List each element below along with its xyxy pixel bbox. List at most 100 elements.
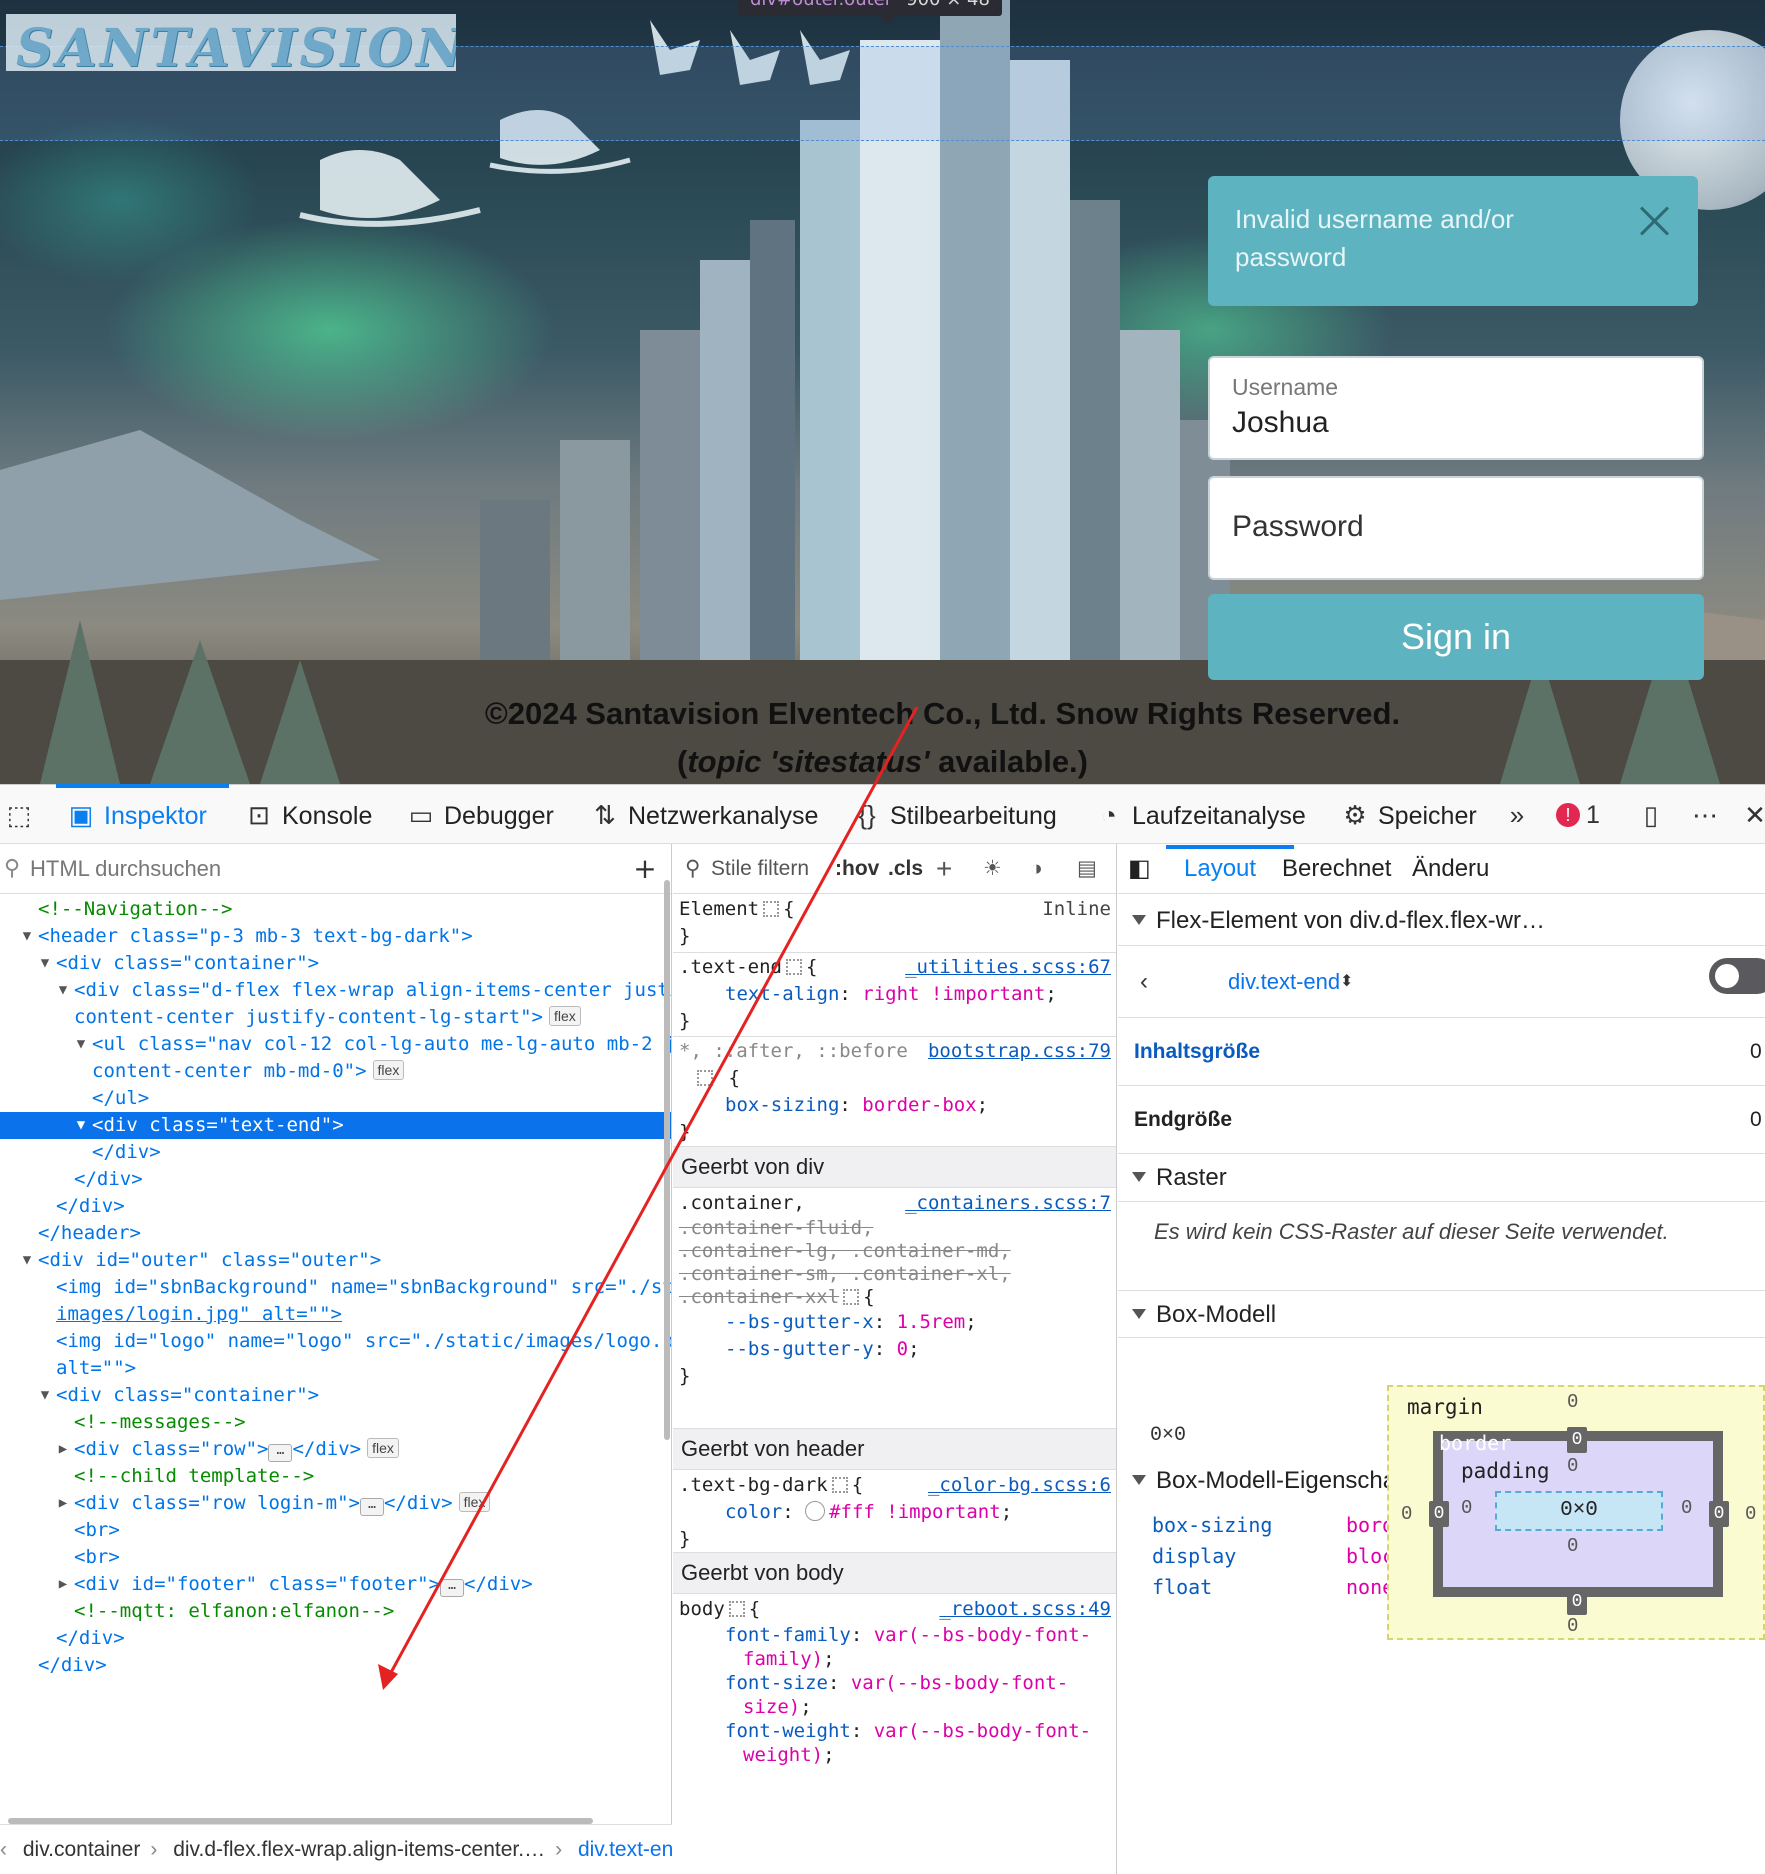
border-left-value[interactable]: 0 [1429,1501,1449,1527]
options-menu-icon[interactable]: ⋯ [1690,785,1728,845]
light-scheme-icon[interactable]: ☀ [983,844,1002,894]
rule-source-link[interactable]: _color-bg.scss:6 [928,1472,1111,1499]
sign-in-button[interactable]: Sign in [1208,594,1704,680]
content-box[interactable]: 0×0 [1495,1491,1663,1531]
tree-line[interactable]: <img id="sbnBackground" name="sbnBackgro… [0,1274,671,1301]
tree-line[interactable]: alt=""> [0,1355,671,1382]
responsive-mode-icon[interactable]: ▯ [1636,785,1674,845]
flex-badge[interactable]: flex [367,1438,399,1458]
dark-scheme-icon[interactable]: ◑ [1030,844,1043,894]
margin-left-value[interactable]: 0 [1401,1503,1412,1525]
grid-header[interactable]: Raster [1118,1154,1765,1202]
tab-debugger[interactable]: ▭ Debugger [406,785,554,845]
rule-source-link[interactable]: _containers.scss:7 [905,1190,1111,1217]
css-value[interactable]: var(--bs-body-font- [851,1672,1068,1694]
tree-line[interactable]: <!--messages--> [0,1409,671,1436]
border-bottom-value[interactable]: 0 [1567,1589,1587,1615]
expand-triangle-icon[interactable]: ▼ [36,1382,54,1409]
breadcrumb-item[interactable]: div.d-flex.flex-wrap.align-items-center.… [173,1838,545,1861]
add-node-button[interactable]: + [628,852,662,886]
border-right-value[interactable]: 0 [1709,1501,1729,1527]
css-value[interactable]: var(--bs-body-font- [874,1624,1091,1646]
tab-layout[interactable]: Layout [1184,844,1256,894]
padding-right-value[interactable]: 0 [1681,1497,1692,1519]
chevron-left-icon[interactable]: ‹ [0,1838,7,1861]
padding-bottom-value[interactable]: 0 [1567,1535,1578,1557]
color-swatch-icon[interactable] [805,1501,826,1521]
padding-top-value[interactable]: 0 [1567,1455,1578,1477]
rule-source-link[interactable]: _utilities.scss:67 [905,954,1111,981]
tree-line[interactable]: images/login.jpg" alt=""> [0,1301,671,1328]
tab-changes[interactable]: Änderu [1412,844,1489,894]
tree-line[interactable]: </div> [0,1625,671,1652]
css-property[interactable]: font-weight [725,1720,851,1742]
tree-line[interactable]: ▶ <div id="footer" class="footer">… </div> [0,1571,671,1598]
tree-line[interactable]: ▶ <div class="row">… </div> flex [0,1436,671,1463]
expand-triangle-icon[interactable]: ▼ [54,977,72,1004]
collapse-triangle-icon[interactable]: ▶ [54,1571,72,1598]
tree-line[interactable]: content-center justify-content-lg-start"… [0,1004,671,1031]
flex-highlight-toggle[interactable] [1709,958,1765,994]
rule-source-link[interactable]: _reboot.scss:49 [939,1596,1111,1623]
margin-right-value[interactable]: 0 [1745,1503,1756,1525]
css-value[interactable]: right !important [862,983,1045,1005]
collapsed-children-icon[interactable]: … [268,1444,293,1462]
breadcrumb-item[interactable]: div.container [23,1838,141,1861]
filter-styles-input[interactable]: Stile filtern [711,844,809,894]
tree-line[interactable]: ▼ <div id="outer" class="outer"> [0,1247,671,1274]
padding-left-value[interactable]: 0 [1461,1497,1472,1519]
sidebar-toggle-icon[interactable]: ◧ [1128,844,1151,894]
flex-item-header[interactable]: Flex-Element von div.d-flex.flex-wr… [1118,896,1765,946]
chevron-left-icon[interactable]: ‹ [1140,946,1148,1018]
css-value[interactable]: var(--bs-body-font- [874,1720,1091,1742]
flex-item-select[interactable]: div.text-end [1228,946,1340,1018]
breadcrumb-item-active[interactable]: div.text-end [578,1838,672,1861]
css-value[interactable]: border-box [862,1094,976,1116]
margin-top-value[interactable]: 0 [1567,1391,1578,1413]
add-rule-icon[interactable]: + [936,844,952,894]
collapsed-children-icon[interactable]: … [440,1579,465,1597]
tree-line[interactable]: content-center mb-md-0"> flex [0,1058,671,1085]
tree-line[interactable]: </div> [0,1166,671,1193]
tree-line[interactable]: <br> [0,1517,671,1544]
tree-line[interactable]: </ul> [0,1085,671,1112]
css-property[interactable]: --bs-gutter-x [725,1311,874,1333]
tree-line[interactable]: <br> [0,1544,671,1571]
tree-line[interactable]: </div> [0,1139,671,1166]
css-value[interactable]: #fff !important [829,1501,1001,1523]
tree-line[interactable]: <!--Navigation--> [0,896,671,923]
tab-inspector[interactable]: ▣ Inspektor [66,785,207,845]
tree-line[interactable]: </header> [0,1220,671,1247]
rule-source-link[interactable]: bootstrap.css:79 [928,1038,1111,1065]
expand-triangle-icon[interactable]: ▼ [18,1247,36,1274]
css-property[interactable]: color [725,1501,782,1523]
tree-line[interactable]: ▼ <div class="d-flex flex-wrap align-item… [0,977,671,1004]
flex-badge[interactable]: flex [458,1492,491,1512]
tab-memory[interactable]: ⚙ Speicher [1340,785,1476,845]
expand-triangle-icon[interactable]: ▼ [72,1031,90,1058]
close-devtools-icon[interactable]: ✕ [1740,785,1765,845]
tree-line[interactable]: ▼ <header class="p-3 mb-3 text-bg-dark"> [0,923,671,950]
collapse-triangle-icon[interactable]: ▶ [54,1436,72,1463]
tab-console[interactable]: ⊡ Konsole [244,785,372,845]
boxmodel-header[interactable]: Box-Modell [1118,1290,1765,1338]
password-field[interactable]: Password [1208,476,1704,580]
flex-badge[interactable]: flex [549,1006,581,1026]
html-search-input[interactable]: HTML durchsuchen [30,856,221,882]
expand-triangle-icon[interactable]: ▼ [18,923,36,950]
tree-line[interactable]: ▼ <ul class="nav col-12 col-lg-auto me-lg… [0,1031,671,1058]
tab-style-editor[interactable]: {} Stilbearbeitung [852,785,1056,845]
tab-performance[interactable]: ◔ Laufzeitanalyse [1094,785,1306,845]
tree-line[interactable]: ▼ <div class="container"> [0,1382,671,1409]
margin-bottom-value[interactable]: 0 [1567,1615,1578,1637]
expand-triangle-icon[interactable]: ▼ [36,950,54,977]
tab-computed[interactable]: Berechnet [1282,844,1391,894]
username-field[interactable]: Username Joshua [1208,356,1704,460]
css-property[interactable]: text-align [725,983,839,1005]
error-count-badge[interactable]: ! 1 [1556,785,1600,845]
tree-line[interactable]: </div> [0,1193,671,1220]
node-text[interactable]: images/login.jpg" alt=""> [56,1303,342,1325]
more-tools-icon[interactable]: » [1502,785,1540,845]
cls-button[interactable]: .cls [888,844,923,894]
border-top-value[interactable]: 0 [1567,1427,1587,1453]
